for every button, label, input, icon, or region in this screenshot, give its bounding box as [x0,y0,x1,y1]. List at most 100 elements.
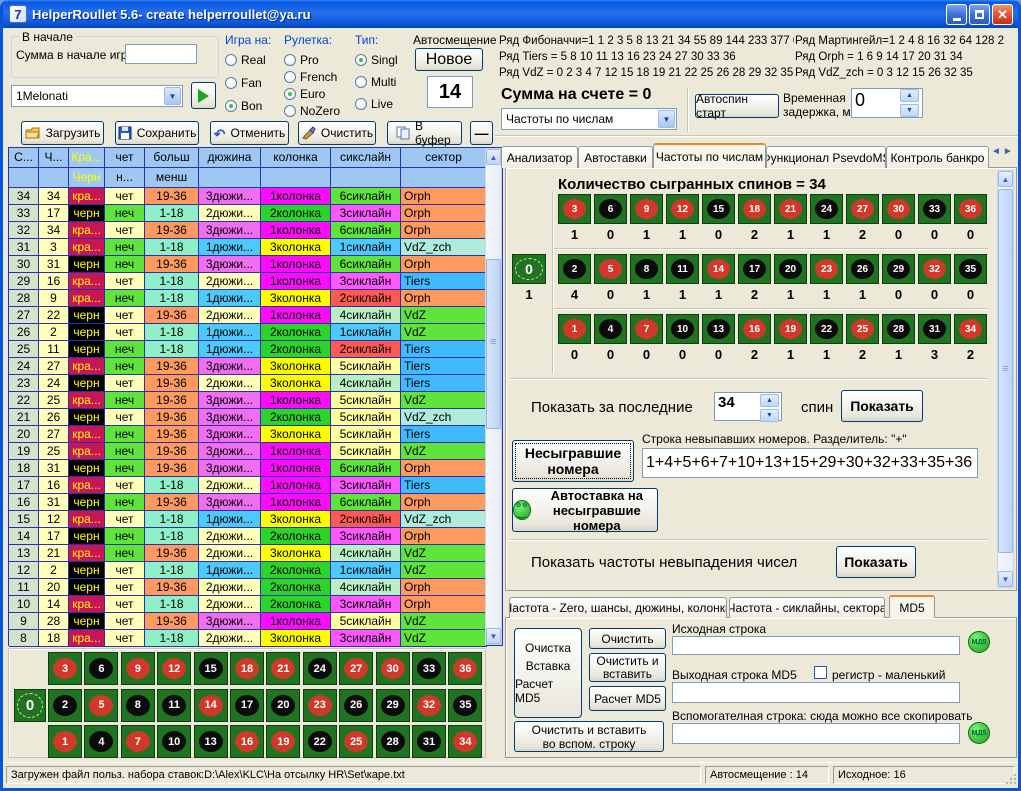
radio-Multi[interactable]: Multi [355,75,409,89]
md5-calc-button[interactable]: Расчет MD5 [589,686,666,711]
board-number-9[interactable]: 9 [121,652,155,685]
show-last-spinner[interactable]: ▲▼ [760,394,779,422]
radio-Pro[interactable]: Pro [284,53,350,67]
tab-1[interactable]: Анализатор [501,146,578,168]
new-button[interactable]: Новое [415,48,483,71]
delay-spinner[interactable]: ▲▼ [900,89,919,117]
board-number-33[interactable]: 33 [412,652,446,685]
сохранить-button[interactable]: Сохранить [115,121,199,145]
board-number-26[interactable]: 26 [339,689,373,722]
отменить-button[interactable]: ↶Отменить [210,121,289,145]
chevron-down-icon[interactable]: ▼ [164,87,181,105]
board-number-7[interactable]: 7 [121,725,155,758]
autobet-unplayed-button[interactable]: Автоставка нанесыгравшие номера [512,488,658,532]
table-row[interactable]: 2511черннеч1-181дюжи...2колонка2сиклайнT… [9,341,502,358]
загрузить-button[interactable]: Загрузить [21,121,104,145]
unplayed-string-value[interactable]: 1+4+5+6+7+10+13+15+29+30+32+33+35+36 [642,448,978,478]
board-number-4[interactable]: 4 [594,314,627,344]
radio-Bon[interactable]: Bon [225,99,281,113]
board-number-35[interactable]: 35 [448,689,482,722]
tab-2[interactable]: Автоставки [578,146,653,168]
table-scrollbar[interactable]: ▲ ▼ [485,148,502,645]
table-row[interactable]: 2324чернчет19-362дюжи...3колонка4сиклайн… [9,375,502,392]
table-row[interactable]: 2427кра...неч19-363дюжи...3колонка5сикла… [9,358,502,375]
board-number-13[interactable]: 13 [194,725,228,758]
md5-source-input[interactable] [672,636,960,655]
board-number-16[interactable]: 16 [738,314,771,344]
table-row[interactable]: 313кра...неч1-181дюжи...3колонка1сиклайн… [9,239,502,256]
table-row[interactable]: 2722чернчет19-362дюжи...1колонка4сиклайн… [9,307,502,324]
table-row[interactable]: 1925кра...неч19-363дюжи...1колонка5сикла… [9,443,502,460]
board-number-29[interactable]: 29 [882,254,915,284]
board-number-19[interactable]: 19 [266,725,300,758]
radio-Euro[interactable]: Euro [284,87,350,101]
table-row[interactable]: 1014кра...чет1-182дюжи...2колонка3сиклай… [9,596,502,613]
board-number-11[interactable]: 11 [157,689,191,722]
preset-combobox[interactable]: 1Melonati ▼ [11,85,183,107]
table-row[interactable]: 928чернчет19-363дюжи...1колонка5сиклайнV… [9,613,502,630]
board-number-18[interactable]: 18 [738,194,771,224]
md5-aux-run-icon[interactable]: МД5 [968,722,990,744]
board-number-0[interactable]: 0 [512,254,546,284]
table-row[interactable]: 262чернчет1-181дюжи...2колонка1сиклайнVd… [9,324,502,341]
board-number-1[interactable]: 1 [48,725,82,758]
board-number-15[interactable]: 15 [194,652,228,685]
board-number-21[interactable]: 21 [774,194,807,224]
panel-scrollbar[interactable]: ▲ ▼ [997,170,1014,588]
radio-Live[interactable]: Live [355,97,409,111]
board-number-31[interactable]: 31 [412,725,446,758]
board-number-1[interactable]: 1 [558,314,591,344]
board-number-3[interactable]: 3 [48,652,82,685]
board-number-14[interactable]: 14 [194,689,228,722]
board-number-17[interactable]: 17 [230,689,264,722]
board-number-34[interactable]: 34 [448,725,482,758]
board-number-6[interactable]: 6 [594,194,627,224]
table-row[interactable]: 2225кра...неч19-363дюжи...1колонка5сикла… [9,392,502,409]
board-number-22[interactable]: 22 [303,725,337,758]
table-row[interactable]: 2027кра...неч19-363дюжи...3колонка5сикла… [9,426,502,443]
board-number-26[interactable]: 26 [846,254,879,284]
board-number-16[interactable]: 16 [230,725,264,758]
maximize-button[interactable] [969,4,990,25]
board-number-8[interactable]: 8 [121,689,155,722]
board-number-12[interactable]: 12 [157,652,191,685]
bottom-tab-3[interactable]: MD5 [889,595,935,618]
board-number-36[interactable]: 36 [954,194,987,224]
md5-clear-paste-button[interactable]: Очистить ивставить [589,653,666,682]
board-number-19[interactable]: 19 [774,314,807,344]
board-number-29[interactable]: 29 [376,689,410,722]
autospin-start-button[interactable]: Автоспин старт [695,94,779,118]
board-number-2[interactable]: 2 [48,689,82,722]
table-row[interactable]: 818кра...чет1-182дюжи...3колонка3сиклайн… [9,630,502,647]
table-row[interactable]: 1120чернчет19-362дюжи...2колонка4сиклайн… [9,579,502,596]
board-number-36[interactable]: 36 [448,652,482,685]
board-number-5[interactable]: 5 [84,689,118,722]
table-row[interactable]: 1831черннеч19-363дюжи...1колонка6сиклайн… [9,460,502,477]
board-number-3[interactable]: 3 [558,194,591,224]
mode-combobox[interactable]: Частоты по числам ▼ [501,108,677,130]
table-row[interactable]: 3317черннеч1-182дюжи...2колонка3сиклайнO… [9,205,502,222]
board-number-23[interactable]: 23 [810,254,843,284]
board-number-17[interactable]: 17 [738,254,771,284]
close-button[interactable]: ✕ [992,4,1013,25]
table-row[interactable]: 1417черннеч1-182дюжи...2колонка3сиклайнO… [9,528,502,545]
tab-4[interactable]: Функционал PsevdoMS [766,146,886,168]
board-number-31[interactable]: 31 [918,314,951,344]
md5-output-input[interactable] [672,682,960,703]
radio-NoZero[interactable]: NoZero [284,104,350,118]
radio-French[interactable]: French [284,70,350,84]
board-number-32[interactable]: 32 [918,254,951,284]
board-number-4[interactable]: 4 [84,725,118,758]
chevron-down-icon[interactable]: ▼ [658,110,675,128]
board-number-14[interactable]: 14 [702,254,735,284]
unplayed-numbers-button[interactable]: Несыгравшие номера [512,440,634,482]
board-number-25[interactable]: 25 [339,725,373,758]
register-checkbox[interactable] [814,666,827,679]
table-row[interactable]: 3434кра...чет19-363дюжи...1колонка6сикла… [9,188,502,205]
collapse-button[interactable]: — [470,121,493,145]
radio-Singl[interactable]: Singl [355,53,409,67]
board-number-21[interactable]: 21 [266,652,300,685]
bottom-tab-2[interactable]: Частота - сиклайны, сектора [729,597,885,618]
в буфер-button[interactable]: В буфер [387,121,462,145]
board-number-35[interactable]: 35 [954,254,987,284]
